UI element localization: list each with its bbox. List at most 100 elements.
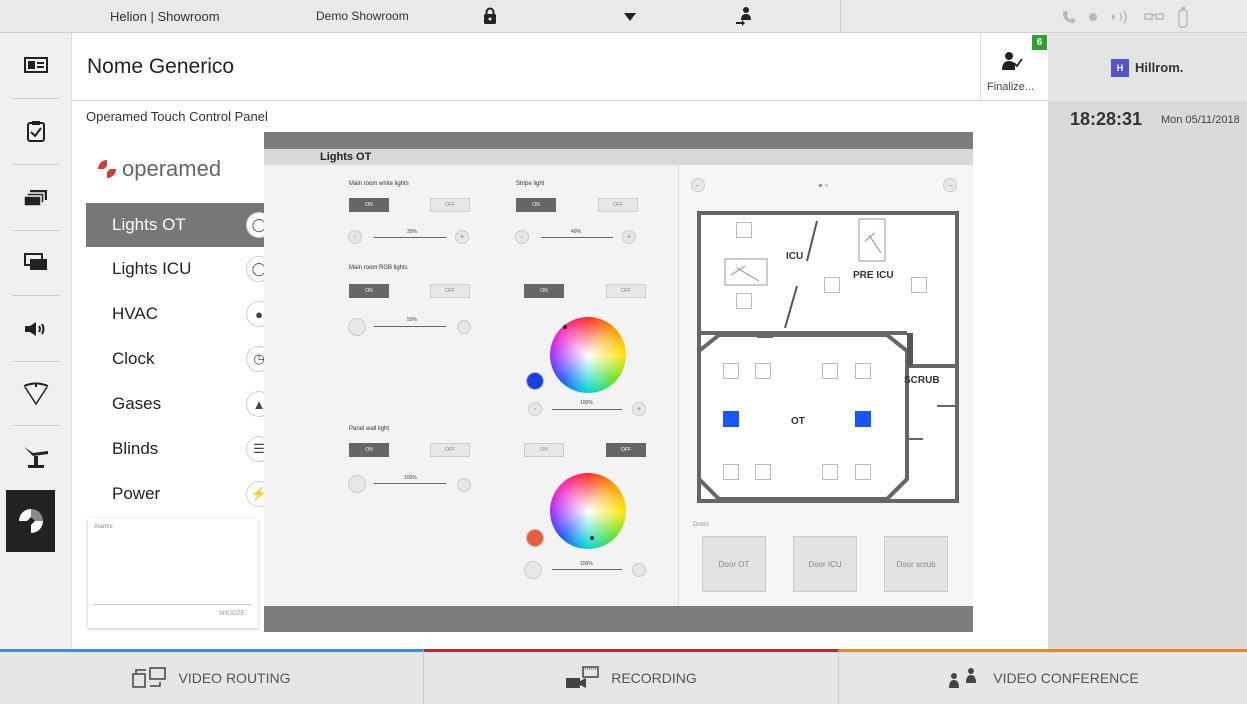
room-label-scrub: SCRUB bbox=[904, 375, 940, 386]
broadcast-icon bbox=[1112, 10, 1127, 24]
color2-on-button[interactable]: ON bbox=[524, 443, 564, 457]
top-bar: Helion | Showroom Demo Showroom bbox=[0, 0, 1247, 33]
panel-wall-on-button[interactable]: ON bbox=[349, 443, 389, 457]
chevron-down-icon[interactable] bbox=[624, 13, 636, 21]
bottom-bar: VIDEO ROUTING RECORDING VIDEO CONFERENCE bbox=[0, 649, 1247, 704]
menu-lights-ot[interactable]: Lights OT ◯ bbox=[86, 203, 272, 247]
color2-plus[interactable] bbox=[632, 563, 646, 577]
main-rgb-off-button[interactable]: OFF bbox=[430, 284, 470, 298]
user-transfer-icon[interactable] bbox=[734, 6, 754, 28]
color-wheel-2-cursor[interactable] bbox=[590, 536, 594, 540]
rgb-plus[interactable] bbox=[457, 320, 471, 334]
color2-slider[interactable] bbox=[552, 569, 622, 570]
screens-button[interactable] bbox=[0, 230, 72, 294]
main-white-on-button[interactable]: ON bbox=[349, 198, 389, 212]
color-on-button[interactable]: ON bbox=[524, 284, 564, 298]
checklist-button[interactable] bbox=[0, 99, 72, 163]
panel-wall-minus[interactable] bbox=[348, 475, 366, 493]
tab-label: RECORDING bbox=[611, 670, 697, 686]
light-toggle[interactable] bbox=[855, 363, 871, 379]
color1-plus[interactable]: + bbox=[632, 402, 646, 416]
tab-video-conference[interactable]: VIDEO CONFERENCE bbox=[839, 649, 1247, 704]
tab-video-routing[interactable]: VIDEO ROUTING bbox=[0, 649, 424, 704]
light-toggle[interactable] bbox=[755, 464, 771, 480]
main-white-off-button[interactable]: OFF bbox=[430, 198, 470, 212]
menu-label: Lights ICU bbox=[112, 259, 192, 278]
light-toggle[interactable] bbox=[824, 277, 840, 293]
door-icu-button[interactable]: Door ICU bbox=[793, 536, 857, 592]
control-panel: Lights OT operamed Lights OT ◯ Lights IC… bbox=[86, 132, 973, 632]
stripe-minus[interactable]: - bbox=[515, 230, 529, 244]
menu-gases[interactable]: Gases ▲ bbox=[86, 382, 272, 426]
snooze-button[interactable]: SNOOZE bbox=[219, 611, 244, 617]
door-scrub-button[interactable]: Door scrub bbox=[884, 536, 948, 592]
light-toggle-on[interactable] bbox=[855, 411, 871, 427]
lock-icon[interactable] bbox=[483, 7, 497, 24]
surgical-light-button[interactable] bbox=[0, 361, 72, 425]
finalize-label: Finalize... bbox=[987, 81, 1035, 93]
tab-label: VIDEO ROUTING bbox=[178, 670, 291, 686]
panel-sidebar: operamed Lights OT ◯ Lights ICU ◯ HVAC ●… bbox=[86, 132, 272, 632]
tab-recording[interactable]: RECORDING bbox=[424, 649, 839, 704]
menu-hvac[interactable]: HVAC ● bbox=[86, 292, 272, 336]
light-toggle[interactable] bbox=[855, 464, 871, 480]
user-check-icon bbox=[1002, 52, 1023, 70]
patient-card-button[interactable] bbox=[0, 33, 72, 97]
phone-icon[interactable] bbox=[1062, 10, 1076, 24]
clipboard-check-icon bbox=[27, 121, 45, 142]
arrow-left-icon[interactable]: ← bbox=[691, 178, 705, 192]
panel-wall-off-button[interactable]: OFF bbox=[430, 443, 470, 457]
main-rgb-on-button[interactable]: ON bbox=[349, 284, 389, 298]
stripe-off-button[interactable]: OFF bbox=[598, 198, 638, 212]
light-toggle[interactable] bbox=[822, 464, 838, 480]
menu-lights-icu[interactable]: Lights ICU ◯ bbox=[86, 247, 272, 291]
rgb-minus[interactable] bbox=[348, 318, 366, 336]
main-white-slider[interactable] bbox=[374, 237, 446, 238]
patient-name: Nome Generico bbox=[87, 55, 235, 78]
color1-minus[interactable]: - bbox=[528, 402, 542, 416]
light-toggle[interactable] bbox=[736, 222, 752, 238]
clock-date: Mon 05/11/2018 bbox=[1161, 114, 1240, 126]
color-wheel-2[interactable] bbox=[550, 473, 626, 549]
stripe-on-button[interactable]: ON bbox=[516, 198, 556, 212]
menu-clock[interactable]: Clock ◷ bbox=[86, 337, 272, 381]
light-toggle[interactable] bbox=[911, 277, 927, 293]
rgb-level: 50% bbox=[407, 317, 418, 323]
light-toggle[interactable] bbox=[723, 464, 739, 480]
section-title: Lights OT bbox=[320, 151, 372, 163]
alarms-box: Alarms SNOOZE bbox=[88, 518, 258, 628]
light-toggle[interactable] bbox=[755, 363, 771, 379]
operamed-brand-icon bbox=[98, 160, 116, 178]
light-toggle[interactable] bbox=[736, 293, 752, 309]
screens-icon bbox=[24, 253, 47, 270]
color-off-button[interactable]: OFF bbox=[606, 284, 646, 298]
layers-button[interactable] bbox=[0, 166, 72, 230]
menu-blinds[interactable]: Blinds ☰ bbox=[86, 427, 272, 471]
main-white-plus[interactable]: + bbox=[455, 230, 469, 244]
stripe-plus[interactable]: + bbox=[622, 230, 636, 244]
light-toggle-on[interactable] bbox=[723, 411, 739, 427]
menu-label: Blinds bbox=[112, 439, 159, 458]
color2-off-button[interactable]: OFF bbox=[606, 443, 646, 457]
menu-label: HVAC bbox=[112, 304, 158, 323]
main-white-minus[interactable]: - bbox=[348, 230, 362, 244]
color2-minus[interactable] bbox=[524, 561, 542, 579]
operamed-app-button[interactable] bbox=[6, 490, 55, 552]
stripe-slider[interactable] bbox=[541, 237, 613, 238]
panel-wall-plus[interactable] bbox=[457, 478, 471, 492]
color1-slider[interactable] bbox=[552, 409, 622, 410]
color-wheel-1-cursor[interactable] bbox=[563, 325, 567, 329]
room-label-ot: OT bbox=[791, 416, 805, 427]
menu-power[interactable]: Power ⚡ bbox=[86, 472, 272, 516]
panel-wall-slider[interactable] bbox=[374, 483, 446, 484]
finalize-button[interactable]: Finalize... 6 bbox=[980, 33, 1048, 100]
audio-button[interactable] bbox=[0, 297, 72, 361]
surgical-table-button[interactable] bbox=[0, 425, 72, 489]
door-ot-button[interactable]: Door OT bbox=[702, 536, 766, 592]
menu-label: Clock bbox=[112, 349, 155, 368]
light-toggle[interactable] bbox=[822, 363, 838, 379]
rgb-slider[interactable] bbox=[374, 326, 446, 327]
color-wheel-1[interactable] bbox=[550, 317, 626, 393]
light-toggle[interactable] bbox=[723, 363, 739, 379]
arrow-right-icon[interactable]: → bbox=[943, 178, 957, 192]
